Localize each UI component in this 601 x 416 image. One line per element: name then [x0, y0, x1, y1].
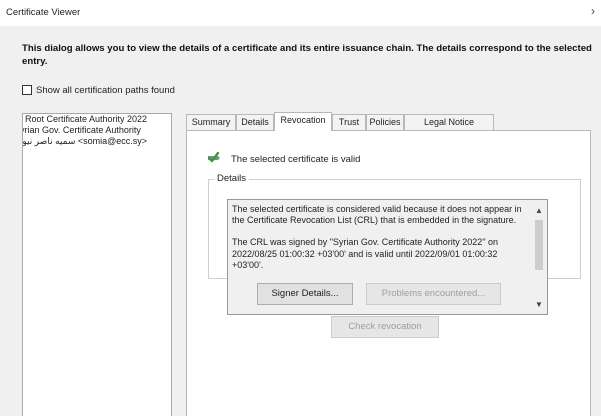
details-text: The selected certificate is considered v… — [232, 204, 528, 282]
valid-check-icon — [207, 151, 220, 163]
tab-summary[interactable]: Summary — [186, 114, 236, 130]
window-title: Certificate Viewer — [6, 7, 81, 18]
details-scrollbar[interactable]: ▲ ▼ — [531, 200, 547, 314]
certificate-chain-tree[interactable]: Root Certificate Authority 2022 Syrian G… — [22, 113, 172, 416]
show-all-paths-checkbox[interactable] — [22, 85, 32, 95]
tab-details[interactable]: Details — [236, 114, 274, 130]
close-icon[interactable]: › — [587, 4, 599, 18]
dialog-description: This dialog allows you to view the detai… — [22, 43, 592, 67]
details-paragraph-crl-signer: The CRL was signed by "Syrian Gov. Certi… — [232, 237, 499, 270]
scroll-thumb[interactable] — [535, 220, 543, 270]
chain-item-intermediate[interactable]: Syrian Gov. Certificate Authority — [23, 125, 171, 136]
tab-policies[interactable]: Policies — [366, 114, 404, 130]
details-group-label: Details — [214, 173, 250, 184]
chain-item-root[interactable]: Root Certificate Authority 2022 — [23, 114, 171, 125]
problems-encountered-button[interactable]: Problems encountered... — [366, 283, 501, 305]
signer-details-button[interactable]: Signer Details... — [257, 283, 353, 305]
scroll-down-arrow-icon[interactable]: ▼ — [531, 298, 547, 312]
dialog-body: This dialog allows you to view the detai… — [0, 26, 601, 416]
check-revocation-button[interactable]: Check revocation — [331, 316, 439, 338]
details-paragraph-crl-status: The selected certificate is considered v… — [232, 204, 522, 226]
tab-trust[interactable]: Trust — [332, 114, 366, 130]
title-bar: Certificate Viewer › — [0, 0, 601, 26]
validity-status-text: The selected certificate is valid — [231, 154, 361, 165]
chain-item-signer[interactable]: سميه ناصر نيور <somia@ecc.sy> — [23, 136, 171, 147]
scroll-up-arrow-icon[interactable]: ▲ — [531, 204, 547, 218]
tab-revocation[interactable]: Revocation — [274, 112, 332, 131]
details-group: Details The selected certificate is cons… — [208, 173, 581, 315]
tab-legal-notice[interactable]: Legal Notice — [404, 114, 494, 130]
show-all-paths-label[interactable]: Show all certification paths found — [36, 85, 175, 96]
show-all-paths-checkbox-row[interactable]: Show all certification paths found — [22, 84, 175, 96]
revocation-panel: The selected certificate is valid Detail… — [186, 130, 591, 416]
